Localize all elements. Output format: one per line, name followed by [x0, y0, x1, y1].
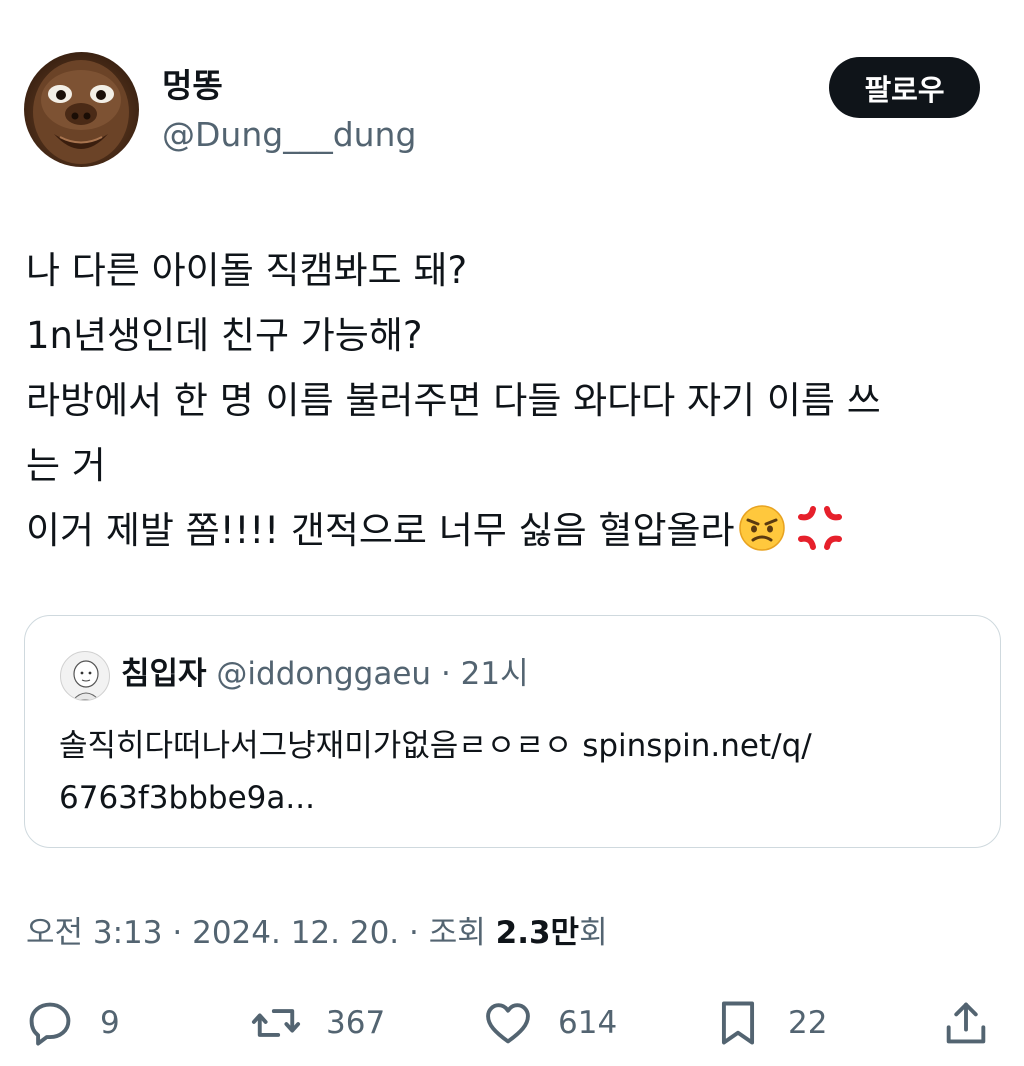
share-button[interactable]	[940, 993, 992, 1053]
author-display-name[interactable]: 멍똥	[162, 66, 223, 106]
tweet-line-text: 이거 제발 쫌!!!! 갠적으로 너무 싫음 혈압올라	[26, 509, 735, 552]
meta-separator: ·	[172, 915, 183, 951]
follow-button[interactable]: 팔로우	[829, 57, 980, 118]
quote-header: 침입자 @iddonggaeu · 21시	[121, 654, 529, 694]
retweet-button[interactable]: 367	[250, 993, 385, 1053]
avatar-image	[33, 60, 129, 164]
tweet-meta: 오전 3:13 · 2024. 12. 20. · 조회 2.3만회	[26, 913, 608, 953]
angry-face-emoji	[738, 505, 785, 551]
like-button[interactable]: 614	[482, 993, 617, 1053]
reply-count: 9	[100, 1005, 120, 1041]
tweet-date[interactable]: 2024. 12. 20.	[192, 915, 399, 951]
reply-icon	[29, 1002, 71, 1046]
quote-tweet-card[interactable]: 침입자 @iddonggaeu · 21시 솔직히다떠나서그냥재미가없음ㄹㅇㄹㅇ…	[24, 615, 1001, 848]
author-handle[interactable]: @Dung___dung	[162, 115, 416, 155]
bookmark-count: 22	[788, 1005, 828, 1041]
tweet-line: 는 거	[26, 444, 106, 487]
quote-author-handle[interactable]: @iddonggaeu	[216, 656, 431, 692]
tweet-line-last: 이거 제발 쫌!!!! 갠적으로 너무 싫음 혈압올라	[26, 498, 996, 563]
tweet-line: 나 다른 아이돌 직캠봐도 돼?	[26, 249, 468, 292]
author-avatar[interactable]	[24, 52, 139, 167]
quote-text: 솔직히다떠나서그냥재미가없음ㄹㅇㄹㅇ spinspin.net/q/ 6763f…	[59, 720, 979, 824]
quote-author-avatar[interactable]	[60, 651, 110, 701]
views-count: 2.3만	[495, 915, 580, 951]
tweet-line: 라방에서 한 명 이름 불러주면 다들 와다다 자기 이름 쓰	[26, 379, 881, 422]
quote-separator: ·	[440, 656, 451, 692]
quote-text-line: 6763f3bbbe9a...	[59, 780, 315, 816]
bookmark-icon	[721, 1001, 755, 1045]
tweet-time[interactable]: 오전 3:13	[26, 915, 163, 951]
quote-text-line: 솔직히다떠나서그냥재미가없음ㄹㅇㄹㅇ spinspin.net/q/	[59, 728, 812, 764]
meta-separator: ·	[409, 915, 419, 951]
like-count: 614	[558, 1005, 618, 1041]
quote-author-name[interactable]: 침입자	[121, 656, 207, 692]
retweet-icon	[251, 1009, 301, 1037]
tweet-text: 나 다른 아이돌 직캠봐도 돼? 1n년생인데 친구 가능해? 라방에서 한 명…	[26, 238, 996, 563]
quote-avatar-image	[72, 660, 100, 700]
anger-symbol-emoji	[797, 506, 842, 550]
views-label: 조회	[428, 915, 486, 951]
heart-icon	[486, 1003, 530, 1044]
views-suffix: 회	[579, 915, 608, 951]
bookmark-button[interactable]: 22	[712, 993, 827, 1053]
quote-timestamp[interactable]: 21시	[461, 656, 529, 692]
tweet-line: 1n년생인데 친구 가능해?	[26, 314, 423, 357]
reply-button[interactable]: 9	[24, 993, 120, 1053]
retweet-count: 367	[326, 1005, 386, 1041]
share-icon	[946, 1002, 986, 1044]
